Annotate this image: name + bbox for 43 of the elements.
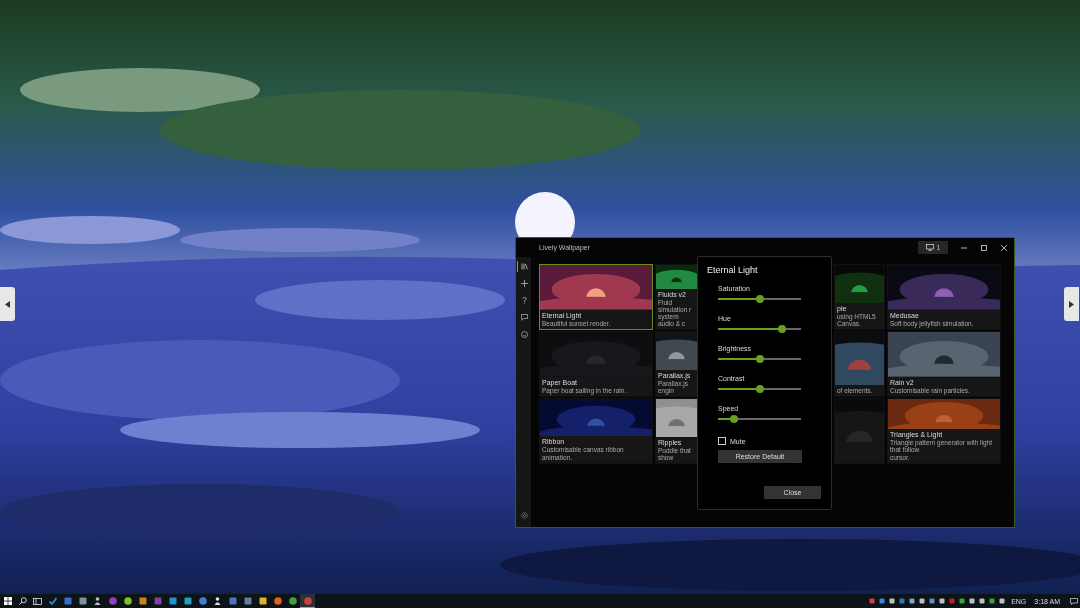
square-icon (168, 597, 177, 605)
windows-icon (3, 597, 12, 605)
figure-icon (214, 597, 221, 605)
dialog-title: Eternal Light (707, 265, 758, 275)
books-icon (520, 263, 528, 270)
slider-thumb[interactable] (755, 385, 764, 393)
square-icon (78, 597, 87, 605)
smiley-icon (520, 331, 528, 338)
previous-button[interactable] (0, 287, 15, 321)
square-icon (63, 597, 72, 605)
next-button[interactable] (1064, 287, 1079, 321)
slider-thumb[interactable] (755, 355, 764, 363)
checkmark-icon (48, 597, 57, 605)
slider-thumb[interactable] (755, 295, 764, 303)
circle-icon (303, 596, 312, 605)
notification-icon[interactable] (1070, 597, 1078, 605)
square-icon (138, 597, 147, 605)
settings-icon (520, 512, 528, 519)
sidebar-item[interactable] (517, 261, 530, 272)
square-icon (228, 597, 237, 605)
square-icon (153, 597, 162, 605)
triangle-right-icon (1069, 300, 1074, 308)
circle-icon (108, 597, 117, 605)
question-mark-icon (521, 297, 527, 304)
slider-thumb[interactable] (729, 415, 738, 423)
circle-icon (198, 597, 207, 605)
triangle-left-icon (5, 300, 10, 308)
circle-icon (288, 597, 297, 605)
minimize-icon (961, 244, 967, 251)
search-icon (18, 597, 27, 605)
monitor-icon (925, 244, 934, 251)
maximize-icon (981, 244, 987, 251)
square-icon (183, 597, 192, 605)
chat-icon (520, 314, 528, 321)
close-icon (1001, 244, 1007, 251)
circle-icon (123, 597, 132, 605)
circle-icon (273, 597, 282, 605)
square-icon (243, 597, 252, 605)
figure-icon (94, 597, 101, 605)
task-view-icon (33, 597, 42, 605)
plus-icon (520, 280, 528, 287)
slider-thumb[interactable] (777, 325, 786, 333)
mute-checkbox[interactable] (718, 437, 726, 445)
